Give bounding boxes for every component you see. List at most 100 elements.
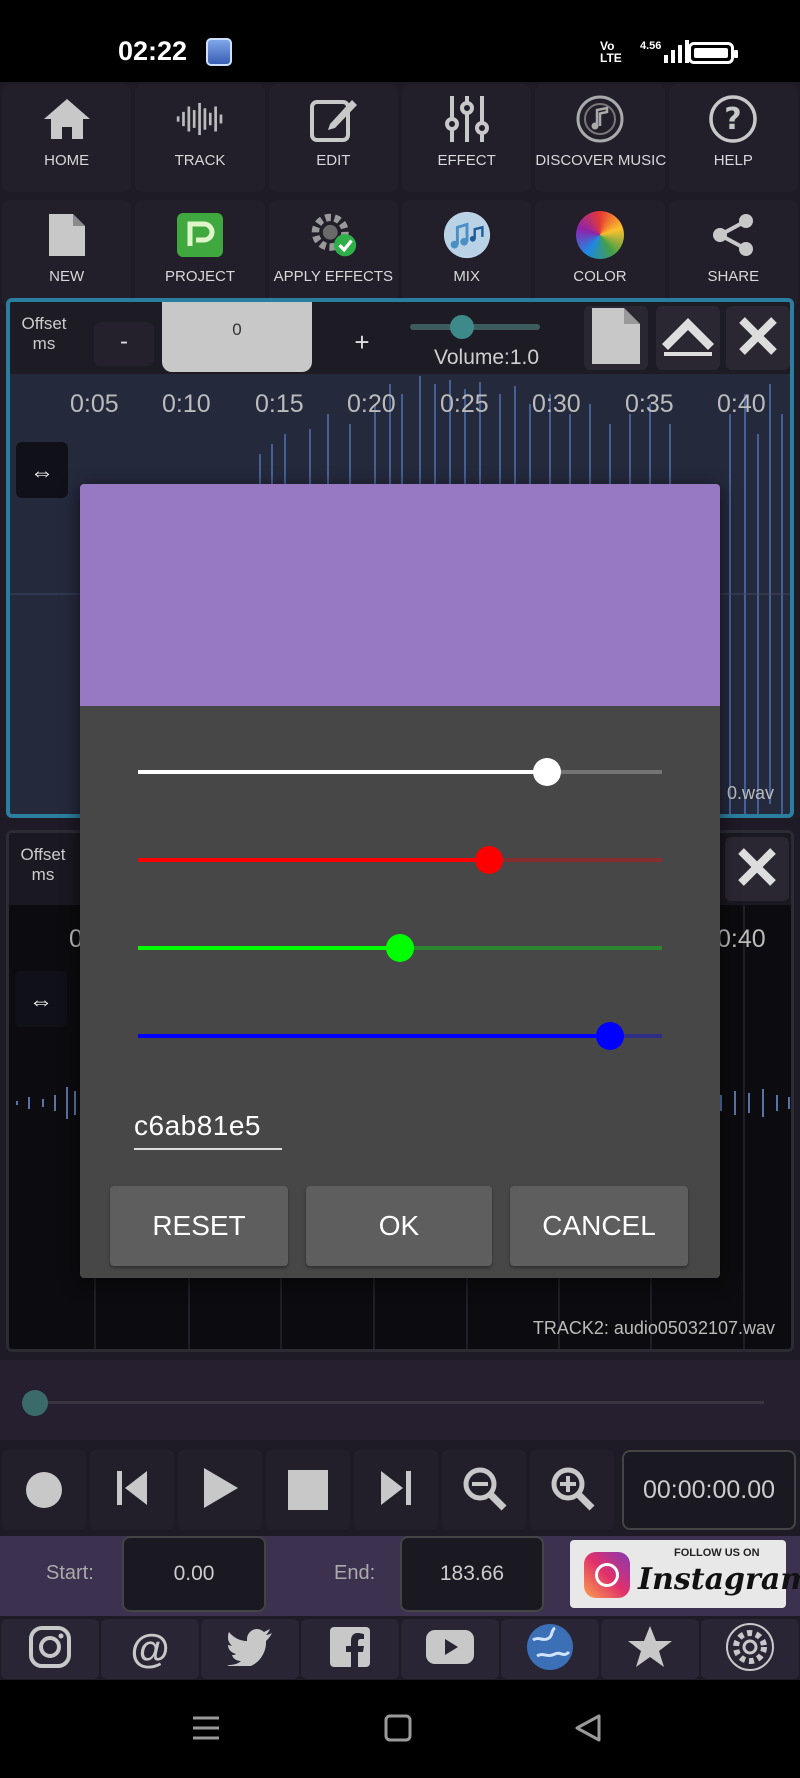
drag-handle[interactable]: ⇔ [15,971,67,1027]
cancel-button[interactable]: CANCEL [510,1186,688,1266]
slider-fill [138,858,490,862]
color-wheel-icon [575,210,625,260]
playback-time-display: 00:00:00.00 [622,1450,796,1530]
track-button[interactable]: TRACK [135,84,265,192]
color-picker-dialog: c6ab81e5 RESET OK CANCEL [80,484,720,1278]
volume-slider[interactable] [410,315,540,339]
zoom-out-button[interactable] [442,1450,526,1530]
slider-track [546,770,662,774]
waveform-icon [175,94,225,144]
green-slider[interactable] [138,934,662,962]
close-track-button[interactable] [725,837,789,901]
youtube-icon [425,1629,475,1670]
timeline-tick: 0:20 [347,390,396,418]
offset-plus-button[interactable]: + [332,322,392,366]
slider-thumb[interactable] [532,758,561,786]
home-nav-button[interactable] [380,1712,416,1748]
twitter-icon [227,1628,273,1671]
discover-music-label: DISCOVER MUSIC [535,152,667,169]
share-icon [708,210,758,260]
alpha-slider[interactable] [138,758,662,786]
start-input[interactable]: 0.00 [122,1536,266,1612]
website-link[interactable] [501,1619,599,1679]
timeline-tick: 0:30 [532,390,581,418]
end-input[interactable]: 183.66 [400,1536,544,1612]
threads-link[interactable]: @ [101,1619,199,1679]
effect-button[interactable]: EFFECT [401,84,532,192]
zoom-in-button[interactable] [530,1450,614,1530]
hex-color-input[interactable]: c6ab81e5 [134,1110,282,1150]
social-links: @ [0,1618,800,1680]
back-nav-button[interactable] [570,1712,606,1748]
collapse-track-button[interactable] [656,306,720,370]
gear-check-icon [308,210,358,260]
home-icon [42,94,92,144]
project-icon [175,210,225,260]
signal-icon: 4.56 [640,40,690,63]
apply-effects-button[interactable]: APPLY EFFECTS [268,200,398,308]
instagram-link[interactable] [1,1619,99,1679]
menu-nav-button[interactable] [188,1712,224,1748]
stop-button[interactable] [266,1450,350,1530]
timeline-tick: 0:05 [70,390,119,418]
start-label: Start: [46,1562,94,1584]
drag-handle[interactable]: ⇔ [16,442,68,498]
volte-indicator: Vo LTE [600,39,622,65]
seek-knob[interactable] [22,1390,48,1416]
ok-button[interactable]: OK [306,1186,492,1266]
menu-icon [191,1714,221,1747]
new-file-icon [42,210,92,260]
volume-slider-knob[interactable] [450,315,474,339]
discover-music-button[interactable]: DISCOVER MUSIC [535,84,667,192]
facebook-link[interactable] [301,1619,399,1679]
offset-label: Offset ms [20,845,66,884]
svg-text:?: ? [725,102,742,137]
play-button[interactable] [178,1450,262,1530]
track-1-filename: 0.wav [726,783,774,803]
threads-icon: @ [130,1626,170,1671]
drag-arrows-icon: ⇔ [29,988,53,1015]
home-button[interactable]: HOME [2,84,132,192]
reset-button[interactable]: RESET [110,1186,288,1266]
zoom-out-icon [460,1464,508,1517]
gallery-icon [206,38,232,66]
offset-input[interactable]: 0 [162,302,312,372]
slider-thumb[interactable] [386,934,414,962]
effect-label: EFFECT [437,152,496,169]
slider-thumb[interactable] [595,1022,624,1050]
timeline-tick: 0:40 [717,925,766,953]
instagram-icon [28,1625,72,1674]
share-button[interactable]: SHARE [668,200,798,308]
youtube-link[interactable] [401,1619,499,1679]
color-button[interactable]: COLOR [535,200,665,308]
volume-label: Volume:1.0 [434,346,540,369]
project-button[interactable]: PROJECT [135,200,265,308]
skip-forward-button[interactable] [354,1450,438,1530]
close-icon [736,314,780,363]
new-button[interactable]: NEW [2,200,132,308]
red-slider[interactable] [138,846,662,874]
twitter-link[interactable] [201,1619,299,1679]
edit-button[interactable]: EDIT [268,84,398,192]
status-time: 02:22 [118,36,188,66]
help-button[interactable]: ? HELP [668,84,798,192]
seek-bar[interactable] [34,1401,764,1404]
slider-fill [138,1034,610,1038]
rate-app-link[interactable] [601,1619,699,1679]
color-label: COLOR [573,268,627,285]
settings-link[interactable] [701,1619,799,1679]
track-file-button[interactable] [584,306,648,370]
blue-slider[interactable] [138,1022,662,1050]
slider-thumb[interactable] [475,846,504,874]
music-disc-icon [575,94,625,144]
skip-back-button[interactable] [90,1450,174,1530]
instagram-follow-banner[interactable]: FOLLOW US ON Instagram [570,1540,800,1608]
track-1-header: Offset ms - 0 + Volume:1.0 [10,302,790,374]
track-2-filename: TRACK2: audio05032107.wav [532,1318,775,1338]
close-track-button[interactable] [726,306,790,370]
record-button[interactable] [2,1450,86,1530]
seek-area [0,1360,800,1440]
offset-minus-button[interactable]: - [94,322,154,366]
instagram-logo-icon [584,1552,630,1598]
mix-button[interactable]: MIX [401,200,532,308]
